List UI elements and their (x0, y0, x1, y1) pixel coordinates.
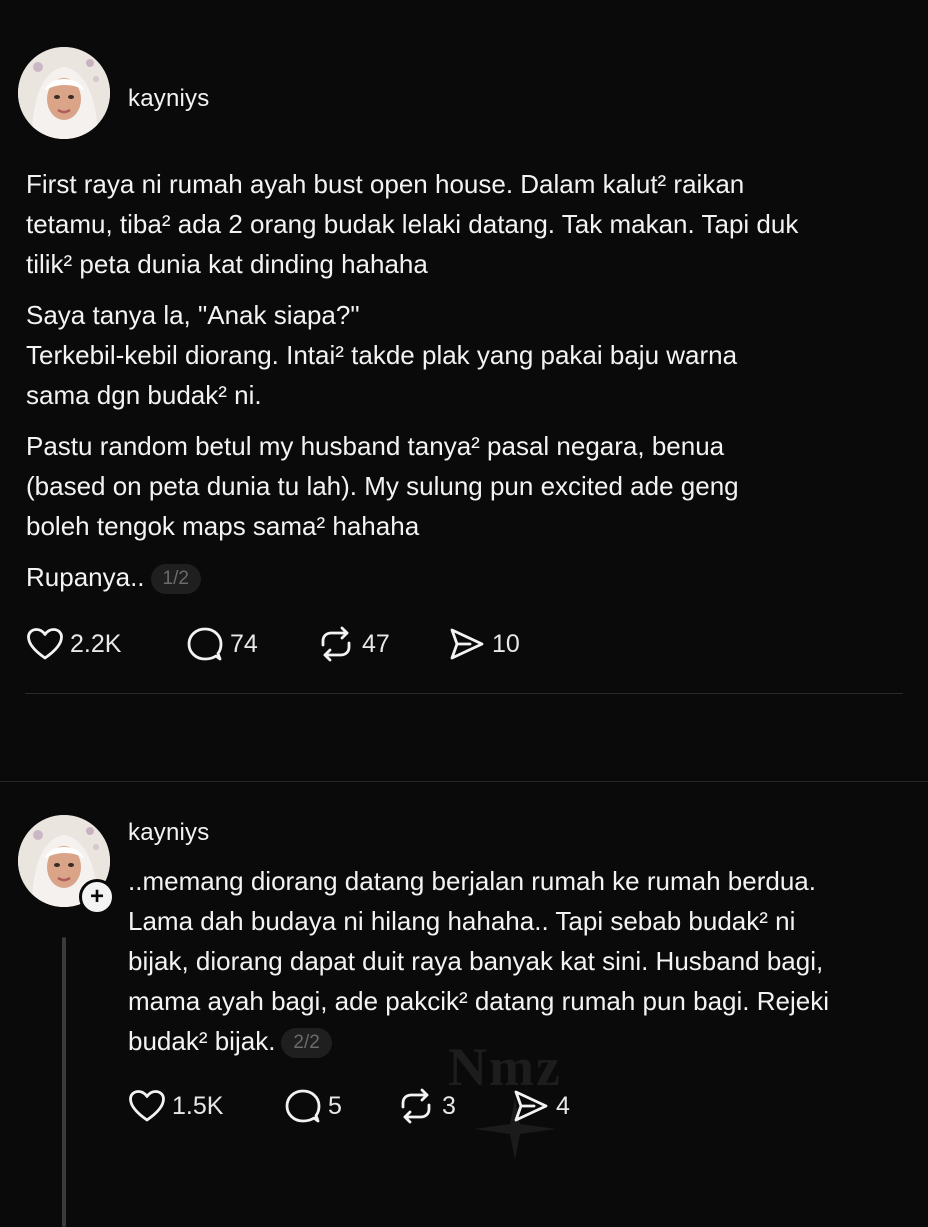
text-line: tilik² peta dunia kat dinding hahaha (26, 249, 428, 279)
repost-arrows-icon (401, 1088, 431, 1124)
post-text: ..memang diorang datang berjalan rumah k… (128, 861, 908, 1061)
watermark: Nmz (448, 1037, 562, 1097)
paragraph: Pastu random betul my husband tanya² pas… (26, 426, 906, 546)
send-icon (450, 628, 484, 660)
username[interactable]: kayniys (128, 85, 209, 113)
username[interactable]: kayniys (128, 819, 209, 847)
closing-text: Rupanya.. (26, 562, 145, 592)
text-line: ..memang diorang datang berjalan rumah k… (128, 866, 816, 896)
text-line: boleh tengok maps sama² hahaha (26, 511, 420, 541)
text-line: Lama dah budaya ni hilang hahaha.. Tapi … (128, 906, 796, 936)
text-line: Pastu random betul my husband tanya² pas… (26, 431, 725, 461)
share-button[interactable]: 10 (448, 624, 520, 664)
text-line: tetamu, tiba² ada 2 orang budak lelaki d… (26, 209, 799, 239)
reply-count: 74 (230, 629, 258, 658)
repost-arrows-icon (321, 626, 351, 662)
text-line: mama ayah bagi, ade pakcik² datang rumah… (128, 986, 829, 1016)
paragraph: Saya tanya la, "Anak siapa?" Terkebil-ke… (26, 295, 906, 415)
text-line: Saya tanya la, "Anak siapa?" (26, 300, 360, 330)
text-line: First raya ni rumah ayah bust open house… (26, 169, 745, 199)
paragraph: Rupanya.. 1/2 (26, 557, 906, 597)
closing-text: budak² bijak. (128, 1026, 276, 1056)
repost-count: 47 (362, 629, 390, 658)
avatar[interactable] (18, 47, 110, 139)
page-indicator: 1/2 (150, 564, 201, 594)
like-count: 1.5K (172, 1091, 224, 1120)
paragraph: First raya ni rumah ayah bust open house… (26, 164, 906, 284)
heart-icon (27, 628, 63, 660)
thread-connector-line (62, 937, 66, 1227)
reply-button[interactable]: 5 (284, 1086, 342, 1126)
text-line: Terkebil-kebil diorang. Intai² takde pla… (26, 340, 738, 370)
repost-button[interactable]: 3 (396, 1086, 456, 1126)
avatar-image (18, 47, 110, 139)
divider (25, 693, 903, 694)
text-line: bijak, diorang dapat duit raya banyak ka… (128, 946, 824, 976)
reply-count: 5 (328, 1091, 342, 1120)
text-line: sama dgn budak² ni. (26, 380, 262, 410)
thread-post-2: + kayniys ..memang diorang datang berjal… (0, 782, 928, 1227)
action-bar: 2.2K 74 47 10 (26, 624, 626, 664)
text-line: Rupanya.. 1/2 (26, 557, 906, 597)
speech-bubble-icon (285, 1089, 321, 1123)
follow-button[interactable]: + (79, 879, 115, 915)
like-button[interactable]: 2.2K (26, 624, 121, 664)
page-indicator: 2/2 (281, 1028, 332, 1058)
sparkle-icon (470, 1094, 560, 1169)
repost-button[interactable]: 47 (316, 624, 390, 664)
heart-icon (129, 1090, 165, 1122)
thread-post-1: kayniys First raya ni rumah ayah bust op… (0, 0, 928, 700)
share-count: 10 (492, 629, 520, 658)
text-line: (based on peta dunia tu lah). My sulung … (26, 471, 739, 501)
post-text: First raya ni rumah ayah bust open house… (26, 164, 906, 608)
like-count: 2.2K (70, 629, 122, 658)
speech-bubble-icon (187, 627, 223, 661)
reply-button[interactable]: 74 (186, 624, 258, 664)
like-button[interactable]: 1.5K (128, 1086, 223, 1126)
